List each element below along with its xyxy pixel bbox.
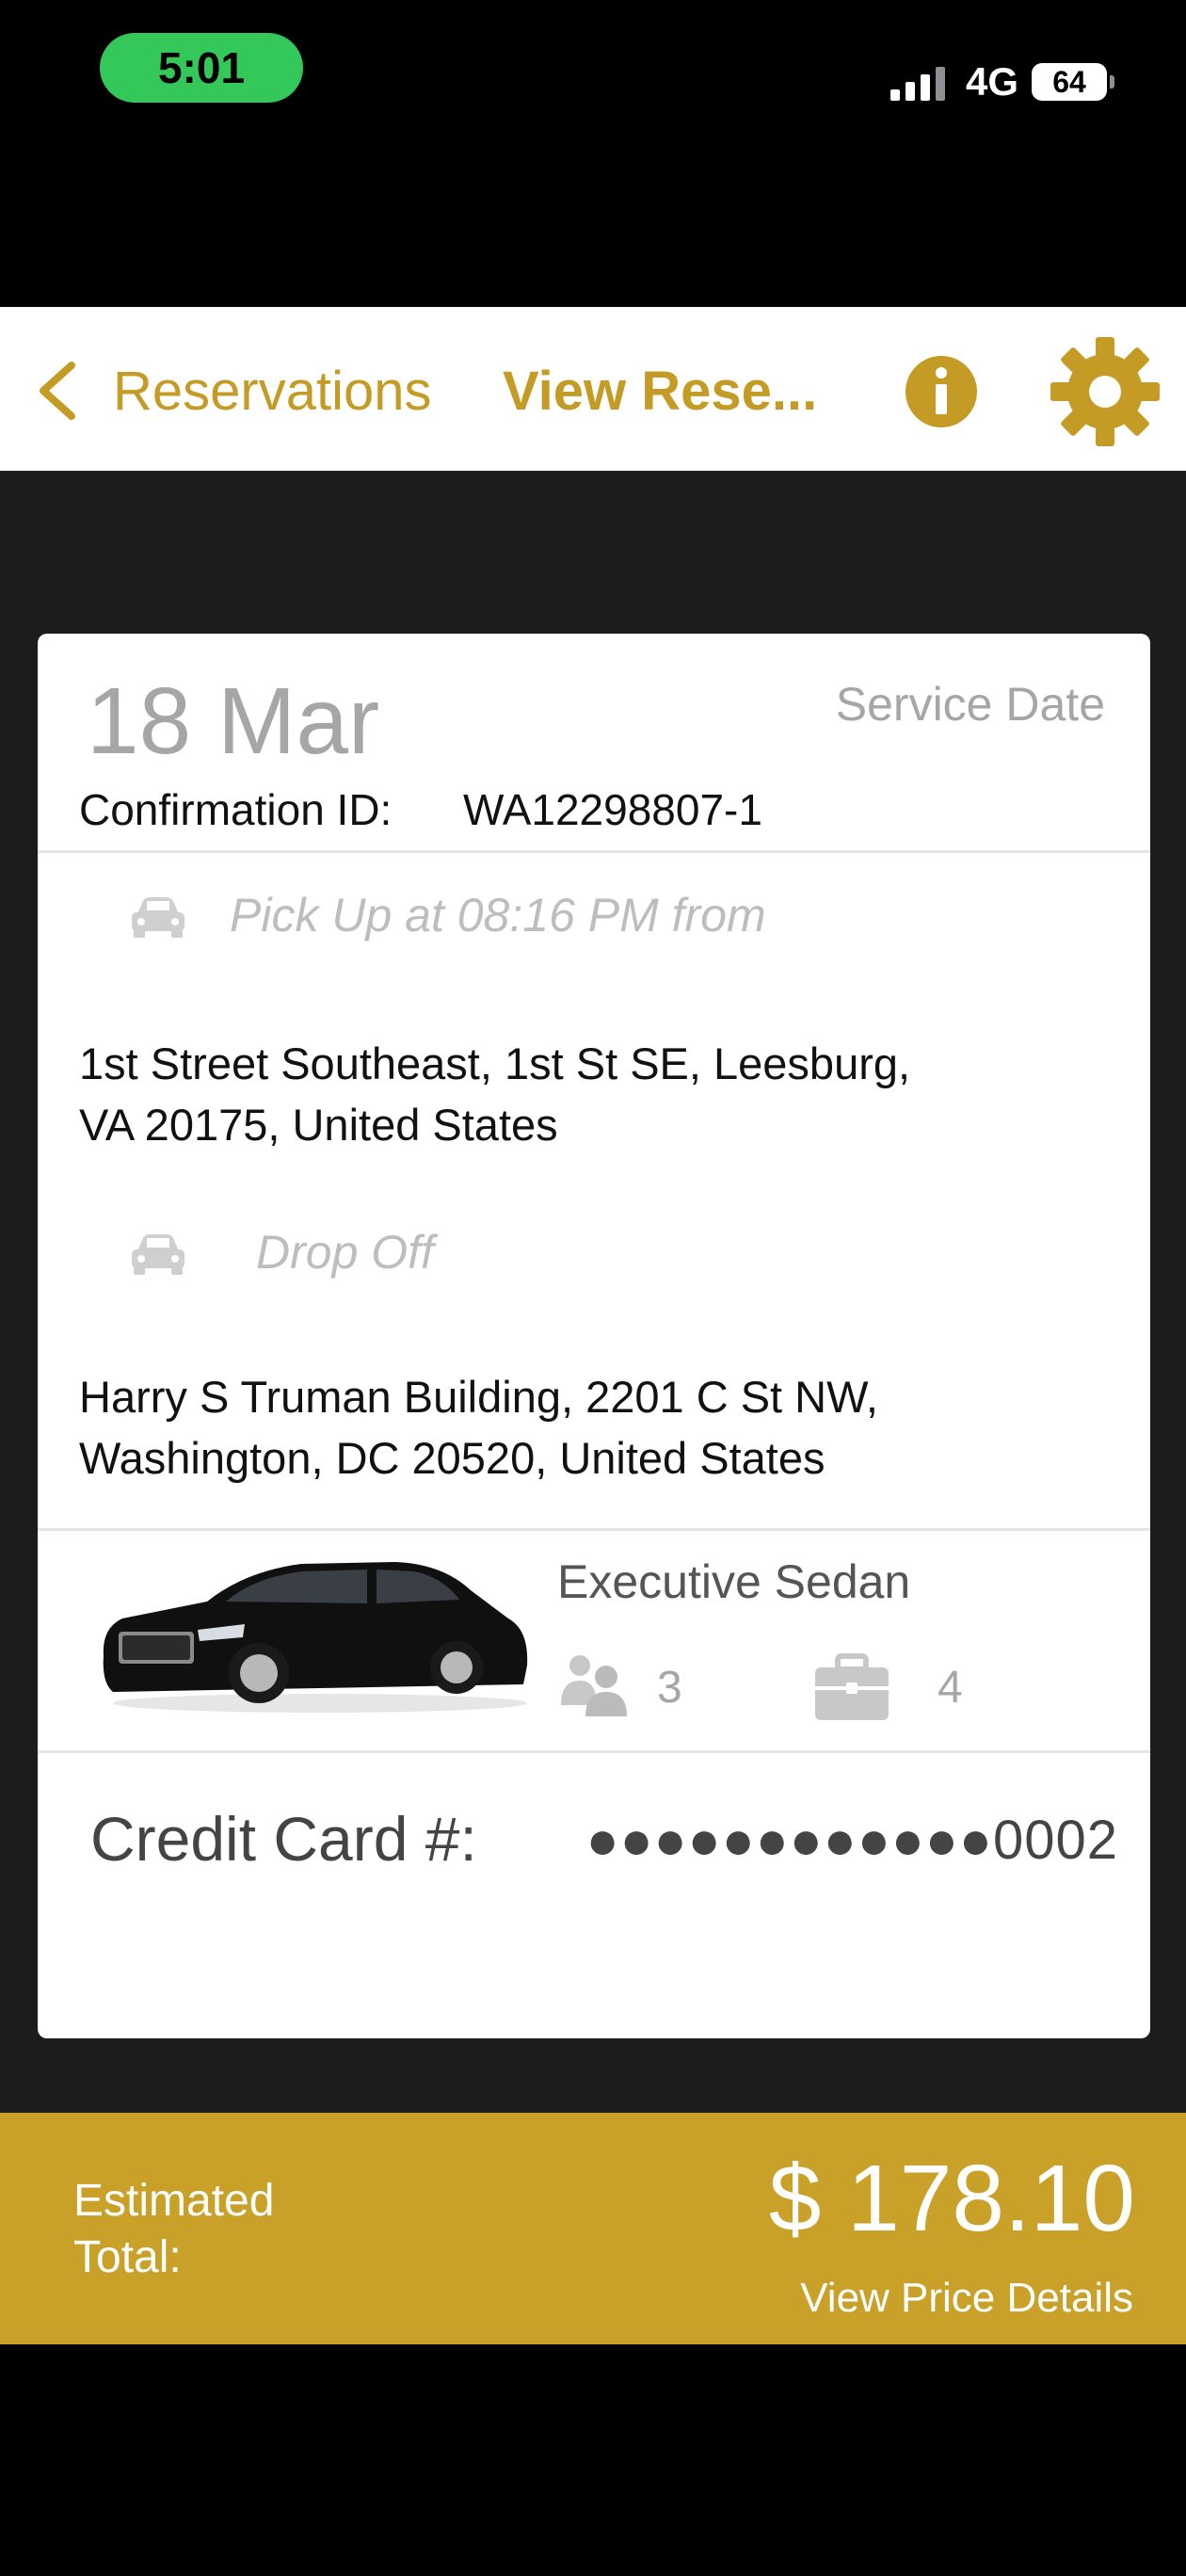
luggage-icon bbox=[815, 1653, 889, 1720]
car-icon bbox=[132, 1234, 184, 1275]
divider bbox=[38, 850, 1150, 853]
confirmation-label: Confirmation ID: bbox=[79, 785, 393, 834]
back-button[interactable]: Reservations bbox=[113, 360, 431, 423]
service-date: 18 Mar bbox=[87, 668, 380, 774]
confirmation-id: WA12298807-1 bbox=[463, 785, 762, 834]
car-icon bbox=[132, 897, 184, 938]
luggage-count: 4 bbox=[938, 1663, 963, 1713]
divider bbox=[38, 1750, 1150, 1753]
page-title: View Rese... bbox=[503, 361, 818, 422]
pickup-label: Pick Up at 08:16 PM from bbox=[230, 889, 766, 942]
credit-card-number: ●●●●●●●●●●●●0002 bbox=[585, 1810, 1118, 1871]
estimated-total-bar: Estimated Total: $ 178.10 View Price Det… bbox=[0, 2113, 1186, 2344]
dropoff-label: Drop Off bbox=[256, 1226, 434, 1279]
status-bar: 5:01 4G 64 bbox=[0, 0, 1186, 307]
signal-icon bbox=[890, 63, 945, 101]
credit-card-label: Credit Card #: bbox=[90, 1804, 477, 1874]
dropoff-address-line2: Washington, DC 20520, United States bbox=[79, 1433, 825, 1483]
battery-icon: 64 bbox=[1032, 63, 1114, 101]
passengers-icon bbox=[561, 1655, 627, 1716]
service-date-label: Service Date bbox=[835, 678, 1105, 731]
info-icon[interactable] bbox=[904, 354, 979, 429]
network-type: 4G bbox=[965, 59, 1018, 104]
divider bbox=[38, 1528, 1150, 1531]
dropoff-address: Harry S Truman Building, 2201 C St NW, W… bbox=[79, 1366, 1114, 1489]
vehicle-image bbox=[103, 1562, 528, 1713]
pickup-address-line1: 1st Street Southeast, 1st St SE, Leesbur… bbox=[79, 1038, 911, 1088]
estimated-total-label: Estimated Total: bbox=[73, 2176, 275, 2282]
battery-level: 64 bbox=[1052, 64, 1086, 99]
estimated-total-amount: $ 178.10 bbox=[768, 2146, 1135, 2251]
dropoff-address-line1: Harry S Truman Building, 2201 C St NW, bbox=[79, 1372, 878, 1422]
status-time: 5:01 bbox=[100, 33, 303, 103]
view-price-details-link[interactable]: View Price Details bbox=[800, 2275, 1133, 2322]
navigation-bar: Reservations View Rese... bbox=[0, 307, 1186, 471]
passenger-count: 3 bbox=[657, 1663, 682, 1713]
reservation-card[interactable]: 18 Mar Service Date Confirmation ID: WA1… bbox=[38, 634, 1150, 2038]
pickup-address: 1st Street Southeast, 1st St SE, Leesbur… bbox=[79, 1033, 1114, 1155]
vehicle-type: Executive Sedan bbox=[557, 1555, 911, 1608]
gear-icon[interactable] bbox=[1049, 335, 1162, 448]
chevron-left-icon[interactable] bbox=[34, 362, 81, 420]
pickup-address-line2: VA 20175, United States bbox=[79, 1100, 558, 1150]
status-indicators: 4G 64 bbox=[890, 49, 1114, 115]
